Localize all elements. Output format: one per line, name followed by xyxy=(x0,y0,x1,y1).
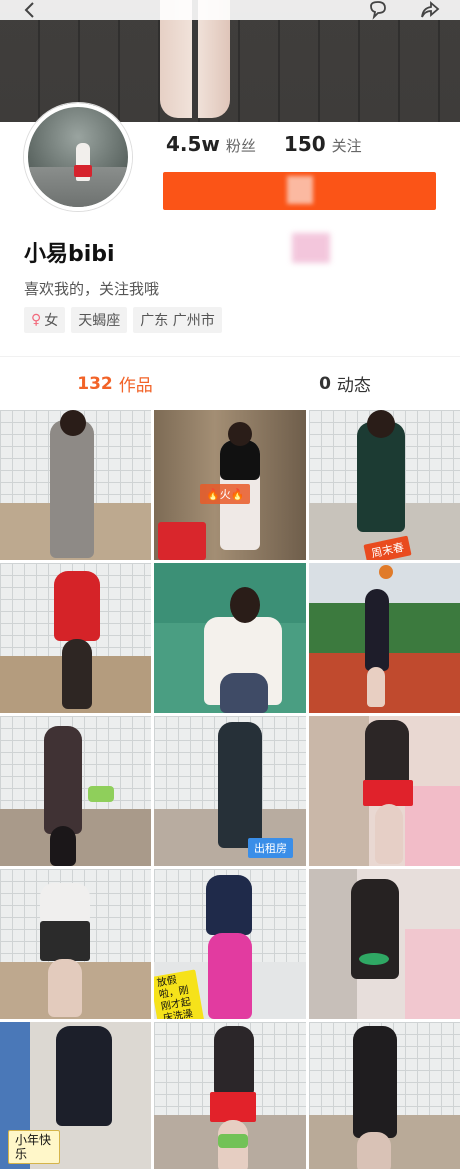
video-thumbnail[interactable] xyxy=(309,1022,460,1169)
thumbnail-stool xyxy=(359,953,389,965)
video-thumbnail[interactable] xyxy=(0,869,151,1019)
rent-label: 出租房 xyxy=(248,838,293,858)
thumbnail-person-head xyxy=(230,587,260,623)
thumbnail-person-legs xyxy=(208,933,252,1019)
thumbnail-mirror xyxy=(309,869,357,1019)
chat-bubble-icon[interactable] xyxy=(364,0,392,20)
video-thumbnail[interactable]: 🔥火🔥 xyxy=(154,410,306,560)
video-thumbnail[interactable]: 小年快乐 xyxy=(0,1022,151,1169)
share-icon[interactable] xyxy=(416,0,444,20)
thumbnail-person xyxy=(54,571,100,641)
following-count: 150 xyxy=(283,132,326,156)
video-thumbnail[interactable]: 出租房 xyxy=(154,716,306,866)
thumbnail-person-legs xyxy=(367,667,385,707)
thumbnail-person-legs xyxy=(220,673,268,713)
avatar[interactable] xyxy=(24,103,132,211)
tab-works-label: 作品 xyxy=(118,376,153,396)
thumbnail-person xyxy=(206,875,252,935)
follow-button[interactable] xyxy=(163,172,436,210)
thumbnail-person xyxy=(353,1026,397,1138)
profile-name: 小易bibi xyxy=(24,242,115,267)
video-thumbnail[interactable] xyxy=(154,1022,306,1169)
profile-tabs: 132 作品 0 动态 xyxy=(0,356,460,410)
video-thumbnail[interactable] xyxy=(309,869,460,1019)
video-grid: 🔥火🔥 周末春 出租房 放假啦，刚刚才起床洗澡 小年快乐 xyxy=(0,410,460,1169)
tag-location-label: 广东 广州市 xyxy=(140,313,215,329)
tag-gender: ♀ 女 xyxy=(24,307,66,333)
thumbnail-person-top xyxy=(220,440,260,480)
sticker-label: 放假啦，刚刚才起床洗澡 xyxy=(154,969,205,1019)
thumbnail-person-legs xyxy=(357,1132,391,1169)
video-thumbnail[interactable] xyxy=(0,410,151,560)
avatar-photo-skirt xyxy=(74,165,92,177)
follow-button-label-blurred xyxy=(287,176,313,204)
thumbnail-person-skirt xyxy=(210,1092,256,1122)
female-icon: ♀ xyxy=(31,312,42,328)
thumbnail-suitcase xyxy=(158,522,206,560)
followers-label: 粉丝 xyxy=(225,137,256,155)
thumbnail-person-legs xyxy=(50,826,76,866)
tab-works[interactable]: 132 作品 xyxy=(0,357,230,410)
fire-label: 🔥火🔥 xyxy=(200,484,251,504)
tag-zodiac: 天蝎座 xyxy=(71,307,128,333)
video-thumbnail[interactable]: 周末春 xyxy=(309,410,460,560)
blurred-badge xyxy=(292,233,330,263)
thumbnail-person-legs xyxy=(48,959,82,1017)
thumbnail-person xyxy=(56,1026,112,1126)
following-label: 关注 xyxy=(331,137,362,155)
thumbnail-person xyxy=(357,422,405,532)
thumbnail-person xyxy=(218,722,262,848)
followers-count: 4.5w xyxy=(166,132,220,156)
thumbnail-person-skirt xyxy=(363,780,413,806)
thumbnail-court xyxy=(154,563,306,623)
thumbnail-person-legs xyxy=(62,639,92,709)
profile-tags: ♀ 女 天蝎座 广东 广州市 xyxy=(24,307,222,333)
profile-stats: 4.5w 粉丝 150 关注 xyxy=(166,132,362,156)
thumbnail-person xyxy=(40,883,90,923)
video-thumbnail[interactable] xyxy=(0,716,151,866)
tab-moments-count: 0 xyxy=(319,373,331,394)
video-thumbnail[interactable] xyxy=(309,563,460,713)
thumbnail-mirror xyxy=(309,716,369,866)
profile-bio: 喜欢我的，关注我哦 xyxy=(24,280,160,298)
thumbnail-person-head xyxy=(228,422,252,446)
tag-gender-label: 女 xyxy=(44,313,59,329)
thumbnail-basin xyxy=(218,1134,248,1148)
thumbnail-person-head xyxy=(367,410,395,438)
new-year-label: 小年快乐 xyxy=(8,1130,60,1164)
following-stat[interactable]: 150 关注 xyxy=(284,132,362,156)
followers-stat[interactable]: 4.5w 粉丝 xyxy=(166,132,256,156)
video-thumbnail[interactable] xyxy=(309,716,460,866)
tab-moments[interactable]: 0 动态 xyxy=(230,357,460,410)
chevron-left-icon[interactable] xyxy=(16,0,44,20)
thumbnail-ball xyxy=(379,565,393,579)
thumbnail-person xyxy=(50,420,94,558)
tag-zodiac-label: 天蝎座 xyxy=(78,313,121,329)
thumbnail-bed xyxy=(405,786,460,866)
thumbnail-person xyxy=(365,589,389,671)
video-thumbnail[interactable]: 放假啦，刚刚才起床洗澡 xyxy=(154,869,306,1019)
thumbnail-bed xyxy=(405,929,460,1019)
tag-location: 广东 广州市 xyxy=(133,307,222,333)
video-thumbnail[interactable] xyxy=(154,563,306,713)
thumbnail-person-skirt xyxy=(40,921,90,961)
video-thumbnail[interactable] xyxy=(0,563,151,713)
thumbnail-person-legs xyxy=(375,804,403,864)
tab-moments-label: 动态 xyxy=(336,376,371,396)
thumbnail-person xyxy=(214,1026,254,1096)
thumbnail-person xyxy=(44,726,82,834)
thumbnail-person-head xyxy=(60,410,86,436)
thumbnail-basin xyxy=(88,786,114,802)
tab-works-count: 132 xyxy=(77,373,113,394)
